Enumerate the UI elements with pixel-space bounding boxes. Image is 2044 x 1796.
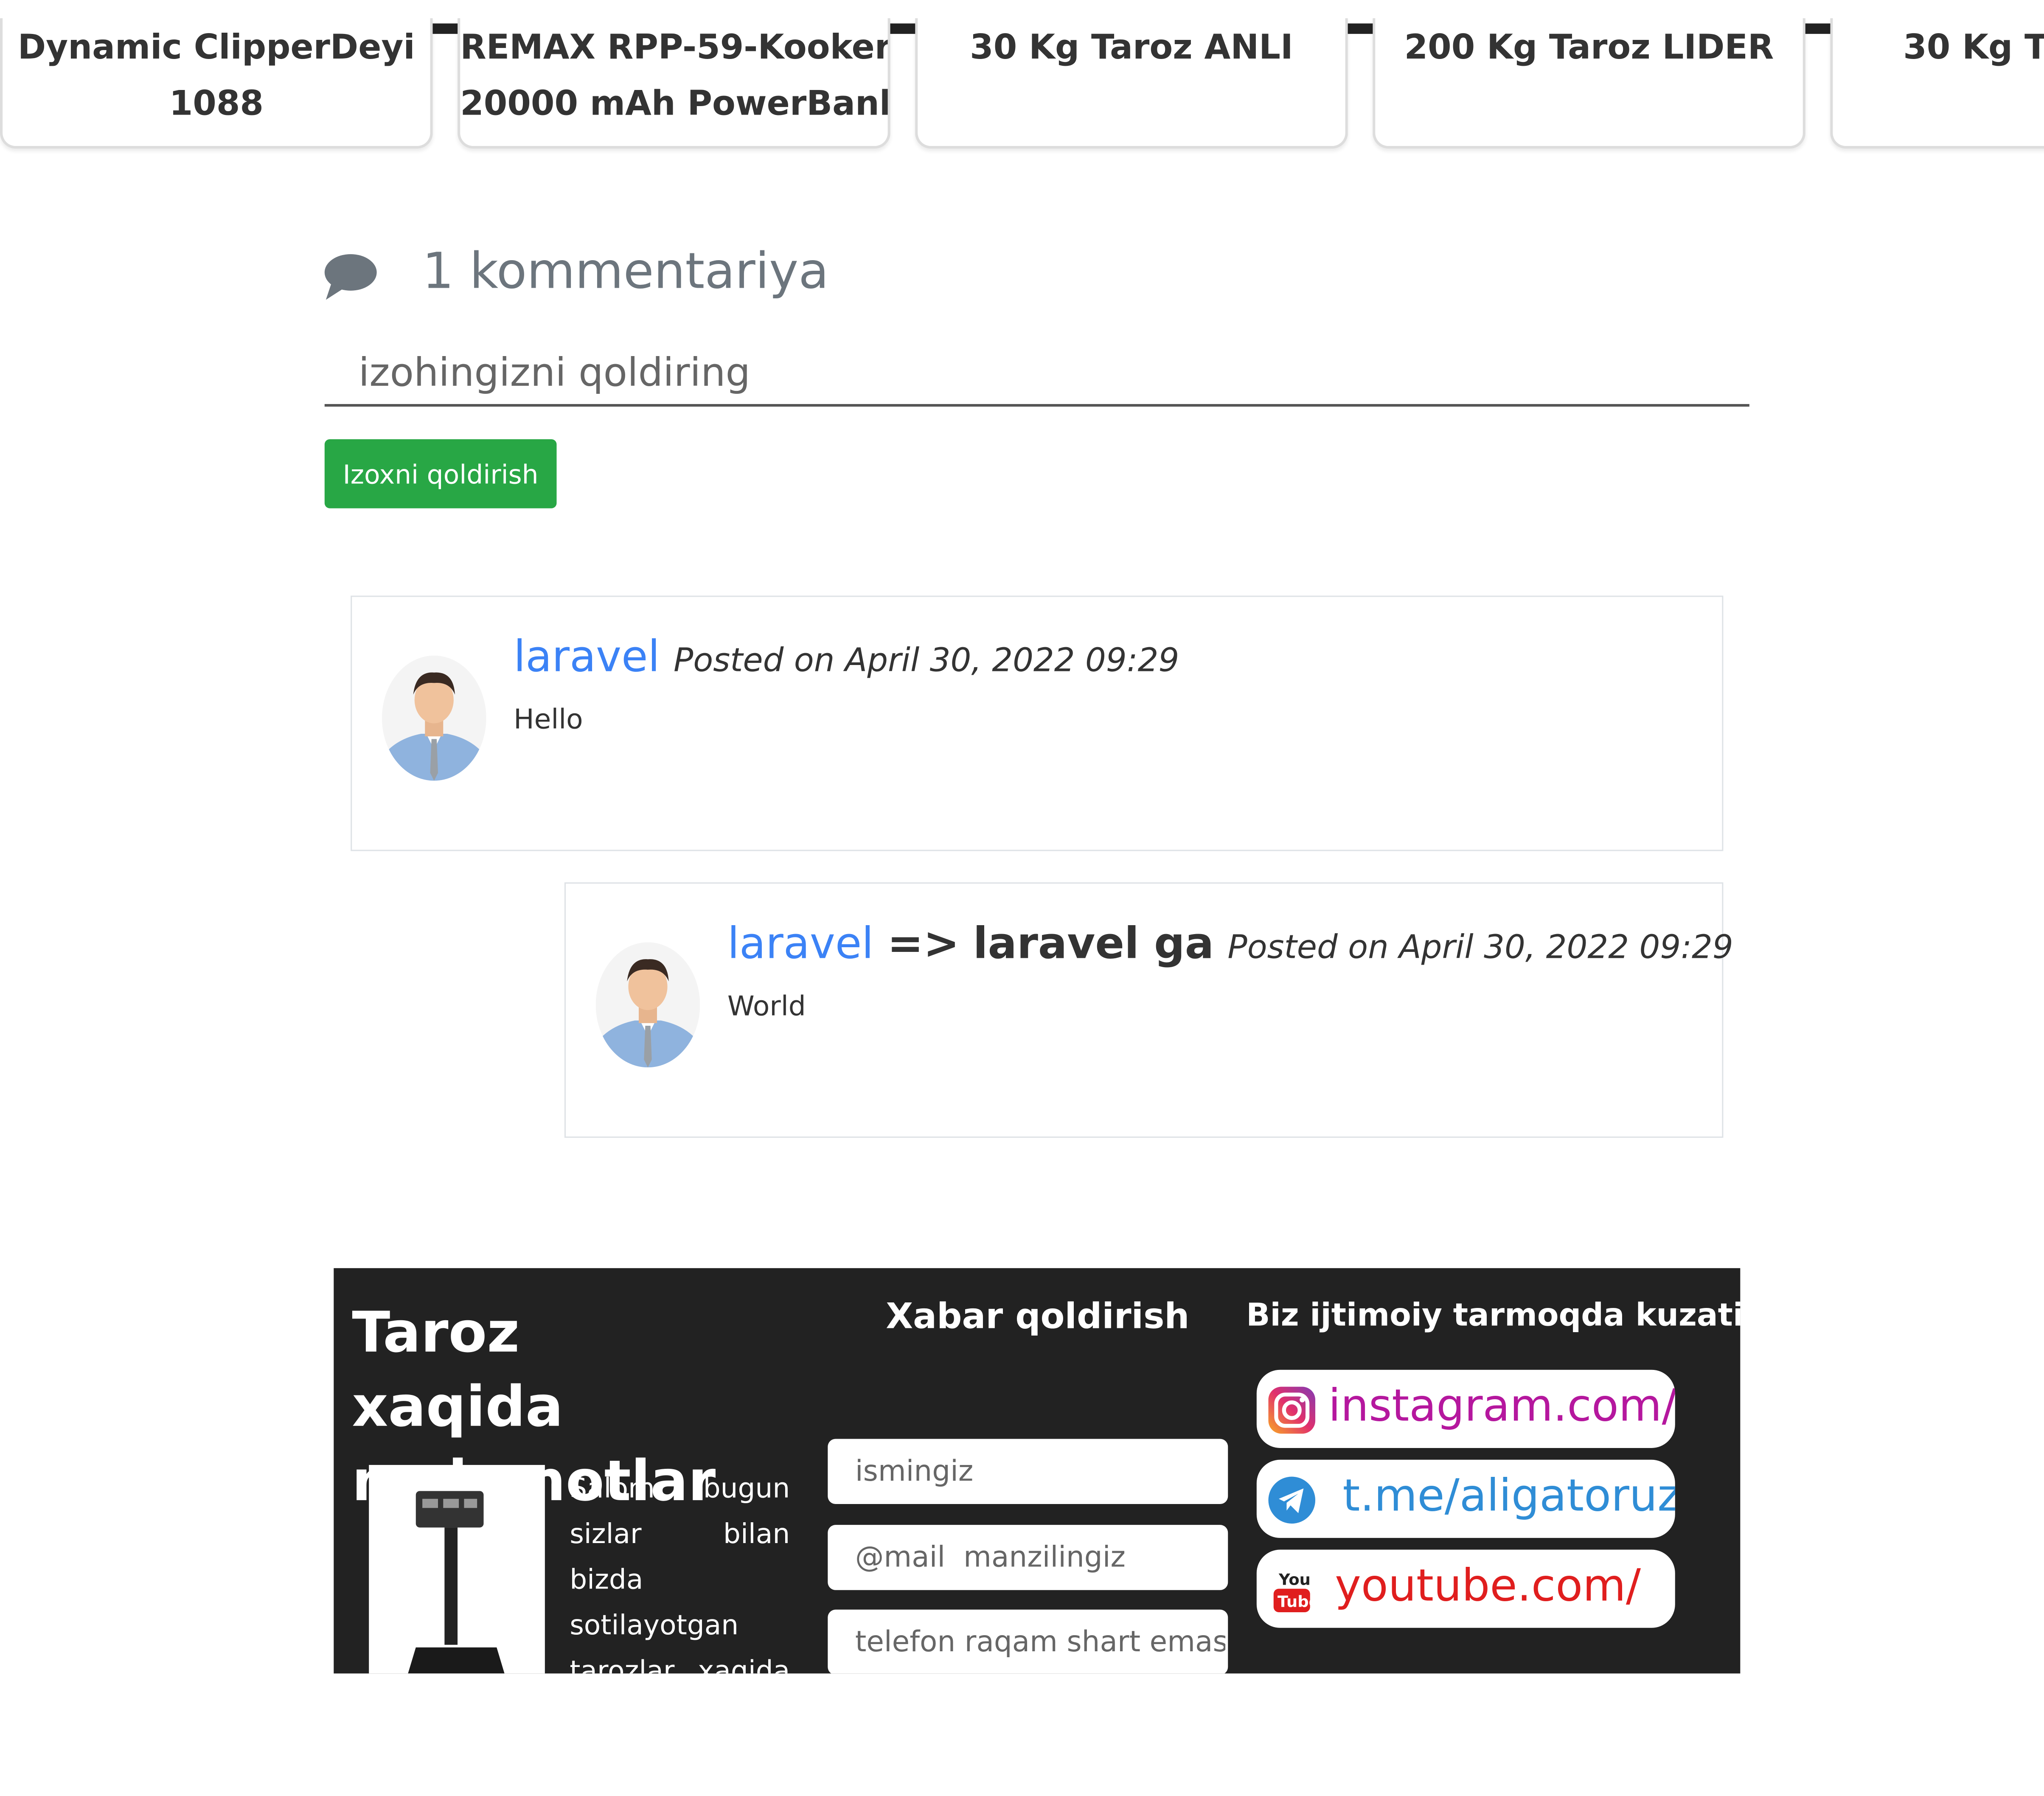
comment-header: laravel => laravel ga Posted on April 30… bbox=[727, 918, 1733, 968]
comment-author-link[interactable]: laravel bbox=[727, 918, 874, 968]
phone-input[interactable] bbox=[828, 1609, 1228, 1674]
comment-card: laravel Posted on April 30, 2022 09:29 H… bbox=[351, 595, 1724, 851]
instagram-label: instagram.com/al bbox=[1328, 1380, 1675, 1433]
scale-product-image bbox=[369, 1465, 545, 1674]
product-card[interactable]: 200 Kg Taroz LIDER bbox=[1373, 18, 1805, 149]
product-title: 30 Kg Ta bbox=[1903, 28, 2044, 68]
product-title: 30 Kg Taroz ANLI bbox=[970, 28, 1293, 68]
avatar-image bbox=[595, 942, 700, 1068]
svg-text:Tube: Tube bbox=[1278, 1593, 1318, 1611]
site-footer: Taroz xaqida malumotlar Salom bugun sizl… bbox=[334, 1268, 1741, 1674]
submit-comment-button[interactable]: Izoxni qoldirish bbox=[324, 439, 557, 508]
user-avatar bbox=[595, 942, 700, 1068]
footer-about-text: Salom bugun sizlar bilan bizda sotilayot… bbox=[570, 1473, 790, 1674]
youtube-link[interactable]: You Tube youtube.com/ bbox=[1256, 1549, 1675, 1628]
reply-arrow: => bbox=[887, 918, 960, 968]
telegram-link[interactable]: t.me/aligatoruz bbox=[1256, 1459, 1675, 1538]
comment-text: World bbox=[727, 991, 806, 1022]
product-title: REMAX RPP-59-Kooker bbox=[460, 28, 890, 68]
youtube-label: youtube.com/ bbox=[1335, 1560, 1641, 1612]
product-title-line2: 1088 bbox=[169, 84, 264, 124]
comment-header: laravel Posted on April 30, 2022 09:29 bbox=[514, 631, 1179, 682]
product-title-line2: 20000 mAh PowerBank bbox=[460, 84, 890, 124]
avatar-image bbox=[382, 655, 486, 781]
telegram-label: t.me/aligatoruz bbox=[1342, 1470, 1675, 1523]
product-card[interactable]: REMAX RPP-59-Kooker 20000 mAh PowerBank bbox=[458, 18, 890, 149]
telegram-icon bbox=[1268, 1476, 1316, 1524]
product-card[interactable]: 30 Kg Ta bbox=[1830, 18, 2044, 149]
product-title: 200 Kg Taroz LIDER bbox=[1404, 28, 1774, 68]
email-input[interactable] bbox=[828, 1525, 1228, 1590]
instagram-icon bbox=[1268, 1386, 1316, 1434]
comment-input[interactable] bbox=[324, 341, 1749, 407]
comment-text: Hello bbox=[514, 704, 583, 735]
contact-title: Xabar qoldirish bbox=[886, 1296, 1190, 1337]
youtube-icon: You Tube bbox=[1273, 1570, 1318, 1612]
product-title: Dynamic ClipperDeyi bbox=[17, 28, 415, 68]
comment-bubble-icon bbox=[324, 254, 377, 300]
instagram-link[interactable]: instagram.com/al bbox=[1256, 1369, 1675, 1448]
product-card[interactable]: Dynamic ClipperDeyi 1088 bbox=[0, 18, 433, 149]
comment-date: Posted on April 30, 2022 09:29 bbox=[673, 641, 1179, 679]
reply-to-name: laravel ga bbox=[973, 918, 1214, 968]
svg-text:You: You bbox=[1278, 1570, 1311, 1588]
page-root: Dynamic ClipperDeyi 1088 REMAX RPP-59-Ko… bbox=[0, 0, 2044, 1796]
product-card[interactable]: 30 Kg Taroz ANLI bbox=[915, 18, 1348, 149]
comments-count: 1 kommentariya bbox=[422, 242, 829, 300]
comment-date: Posted on April 30, 2022 09:29 bbox=[1227, 928, 1733, 966]
social-title: Biz ijtimoiy tarmoqda kuzating bbox=[1246, 1296, 1741, 1333]
comment-author-link[interactable]: laravel bbox=[514, 631, 660, 682]
reply-comment-card: laravel => laravel ga Posted on April 30… bbox=[564, 882, 1733, 1138]
user-avatar bbox=[382, 655, 486, 781]
name-input[interactable] bbox=[828, 1439, 1228, 1504]
